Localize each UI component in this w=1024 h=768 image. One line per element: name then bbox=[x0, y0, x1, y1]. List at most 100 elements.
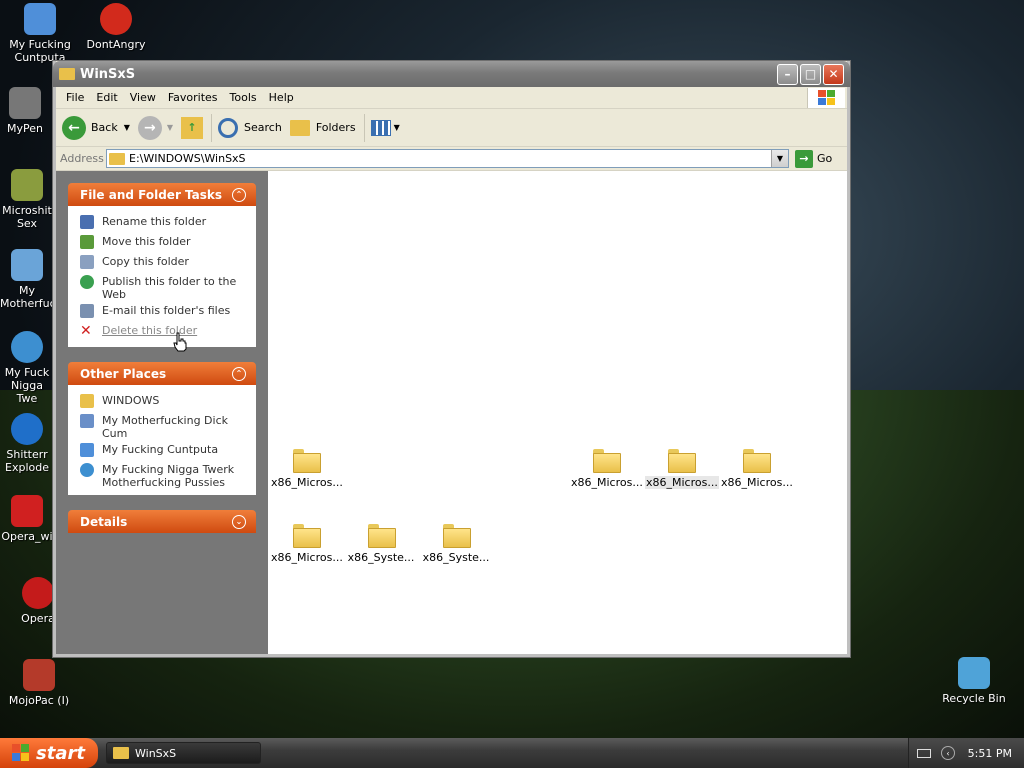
windows-flag-icon bbox=[12, 744, 29, 761]
desktop-icon-microshit[interactable]: Microshit Sex bbox=[0, 169, 54, 230]
window-content: File and Folder Tasks ⌃ Rename this fold… bbox=[56, 171, 847, 654]
opera-icon bbox=[22, 577, 54, 609]
folder-item[interactable]: x86_Syste... bbox=[420, 524, 492, 564]
tray-expand-icon[interactable]: ‹ bbox=[941, 746, 955, 760]
dropdown-arrow-icon[interactable]: ▼ bbox=[167, 123, 173, 132]
folder-icon bbox=[293, 449, 321, 473]
task-delete-folder[interactable]: ✕ Delete this folder bbox=[80, 321, 246, 341]
collapse-chevron-icon[interactable]: ⌃ bbox=[232, 366, 246, 381]
network-icon bbox=[80, 463, 94, 477]
desktop-icon-my-computer[interactable]: My Fucking Cuntputa bbox=[0, 3, 80, 64]
task-copy-folder[interactable]: Copy this folder bbox=[80, 252, 246, 272]
folder-item[interactable]: x86_Syste... bbox=[345, 524, 417, 564]
other-places-panel: Other Places ⌃ WINDOWS My Motherfucking … bbox=[68, 362, 256, 495]
task-publish-folder[interactable]: Publish this folder to the Web bbox=[80, 272, 246, 301]
place-windows[interactable]: WINDOWS bbox=[80, 391, 246, 411]
desktop-icon-my-motherfuc[interactable]: My Motherfuc bbox=[0, 249, 56, 310]
pen-icon bbox=[9, 87, 41, 119]
menu-file[interactable]: File bbox=[60, 91, 90, 104]
task-rename-folder[interactable]: Rename this folder bbox=[80, 212, 246, 232]
menu-edit[interactable]: Edit bbox=[90, 91, 123, 104]
angry-face-icon bbox=[100, 3, 132, 35]
folder-icon bbox=[743, 449, 771, 473]
desktop-icon-recycle-bin[interactable]: Recycle Bin bbox=[934, 657, 1014, 705]
copy-icon bbox=[80, 255, 94, 269]
folder-item[interactable]: x86_Micros... bbox=[720, 449, 793, 489]
menu-bar: File Edit View Favorites Tools Help bbox=[56, 87, 847, 109]
close-button[interactable]: ✕ bbox=[823, 63, 844, 85]
menu-tools[interactable]: Tools bbox=[224, 91, 263, 104]
other-places-header[interactable]: Other Places ⌃ bbox=[68, 362, 256, 385]
folders-button[interactable]: Folders bbox=[289, 119, 356, 136]
go-arrow-icon: → bbox=[795, 149, 813, 168]
task-email-files[interactable]: E-mail this folder's files bbox=[80, 301, 246, 321]
address-label: Address bbox=[60, 152, 104, 165]
menu-help[interactable]: Help bbox=[263, 91, 300, 104]
go-button[interactable]: → Go bbox=[795, 149, 843, 168]
toolbar-separator bbox=[363, 113, 365, 142]
details-header[interactable]: Details ⌄ bbox=[68, 510, 256, 533]
forward-button[interactable]: → ▼ bbox=[137, 115, 173, 140]
back-button[interactable]: ← Back ▼ bbox=[62, 115, 130, 140]
file-list-pane[interactable]: x86_Micros... x86_Micros... x86_Micros..… bbox=[268, 171, 847, 654]
folder-icon bbox=[113, 747, 129, 759]
maximize-icon: □ bbox=[804, 67, 817, 81]
collapse-chevron-icon[interactable]: ⌃ bbox=[232, 187, 246, 202]
expand-chevron-icon[interactable]: ⌄ bbox=[232, 514, 246, 529]
search-button[interactable]: Search bbox=[218, 117, 282, 138]
close-icon: ✕ bbox=[828, 67, 839, 81]
address-input[interactable]: E:\WINDOWS\WinSxS ▼ bbox=[106, 149, 789, 168]
taskbar-window-winsxs[interactable]: WinSxS bbox=[106, 742, 261, 764]
clock[interactable]: 5:51 PM bbox=[968, 747, 1012, 760]
globe-icon bbox=[80, 275, 94, 289]
system-tray: ‹ 5:51 PM bbox=[908, 738, 1024, 768]
folder-item[interactable]: x86_Micros... bbox=[270, 524, 343, 564]
folder-icon bbox=[443, 524, 471, 548]
place-my-documents[interactable]: My Motherfucking Dick Cum bbox=[80, 411, 246, 440]
delete-icon: ✕ bbox=[80, 323, 92, 339]
up-folder-button[interactable]: ↑ bbox=[181, 116, 204, 139]
folder-icon bbox=[593, 449, 621, 473]
opera-icon bbox=[11, 495, 43, 527]
toolbar-separator bbox=[211, 113, 213, 142]
dropdown-arrow-icon[interactable]: ▼ bbox=[394, 123, 400, 132]
window-title: WinSxS bbox=[80, 66, 136, 82]
folder-icon bbox=[59, 68, 75, 80]
task-move-folder[interactable]: Move this folder bbox=[80, 232, 246, 252]
toolbar: ← Back ▼ → ▼ ↑ Search Folders ▼ bbox=[56, 109, 847, 147]
menu-view[interactable]: View bbox=[124, 91, 162, 104]
title-bar[interactable]: WinSxS – □ ✕ bbox=[53, 61, 850, 87]
folder-icon bbox=[293, 524, 321, 548]
computer-icon bbox=[24, 3, 56, 35]
hand-cursor-icon bbox=[173, 332, 187, 352]
internet-explorer-icon bbox=[11, 413, 43, 445]
folder-item[interactable]: x86_Micros... bbox=[570, 449, 643, 489]
desktop-icon-internet-explorer[interactable]: Shitterr Explode bbox=[0, 413, 54, 474]
place-my-computer[interactable]: My Fucking Cuntputa bbox=[80, 440, 246, 460]
place-network[interactable]: My Fucking Nigga Twerk Motherfucking Pus… bbox=[80, 460, 246, 489]
menu-favorites[interactable]: Favorites bbox=[162, 91, 224, 104]
explorer-window: WinSxS – □ ✕ File Edit View Favorites To… bbox=[53, 61, 850, 657]
folder-icon bbox=[109, 152, 125, 165]
address-value: E:\WINDOWS\WinSxS bbox=[129, 152, 246, 165]
keyboard-icon[interactable] bbox=[917, 748, 931, 758]
desktop-icon-mojopac[interactable]: MojoPac (I) bbox=[0, 659, 78, 707]
maximize-button[interactable]: □ bbox=[800, 63, 821, 85]
folder-item[interactable]: x86_Micros... bbox=[270, 449, 343, 489]
address-dropdown-icon[interactable]: ▼ bbox=[771, 150, 788, 167]
desktop-icon-opera-wi[interactable]: Opera_wi bbox=[0, 495, 54, 543]
folder-item-selected[interactable]: x86_Micros... bbox=[645, 449, 719, 489]
start-button[interactable]: start bbox=[0, 738, 98, 768]
taskbar: start WinSxS ‹ 5:51 PM bbox=[0, 738, 1024, 768]
windows-logo-icon bbox=[807, 88, 845, 108]
desktop-icon-network[interactable]: My Fuck Nigga Twe bbox=[0, 331, 54, 405]
file-folder-tasks-header[interactable]: File and Folder Tasks ⌃ bbox=[68, 183, 256, 206]
network-icon bbox=[11, 331, 43, 363]
views-icon bbox=[370, 119, 391, 136]
desktop-icon-mypen[interactable]: MyPen bbox=[0, 87, 50, 135]
folder-icon bbox=[80, 394, 94, 408]
minimize-button[interactable]: – bbox=[777, 63, 798, 85]
views-button[interactable]: ▼ bbox=[370, 119, 400, 136]
dropdown-arrow-icon[interactable]: ▼ bbox=[124, 123, 130, 132]
desktop-icon-dontangry[interactable]: DontAngry bbox=[76, 3, 156, 51]
